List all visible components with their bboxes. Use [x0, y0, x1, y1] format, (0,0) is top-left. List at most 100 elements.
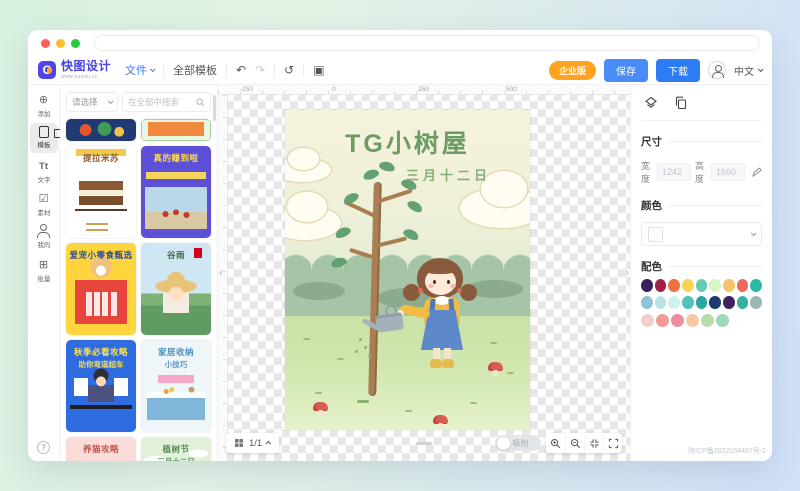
palette-color-dot[interactable] [701, 313, 714, 327]
template-thumbnail[interactable]: 真的赚到啦 [141, 146, 211, 238]
palette-color-dot[interactable] [750, 296, 763, 309]
fullscreen-icon[interactable] [603, 433, 622, 453]
color-swatch [648, 226, 663, 242]
template-artwork [66, 119, 136, 141]
template-thumbnail[interactable]: 秋季必看攻略 助你弯道超车 [66, 340, 136, 432]
palette-color-dot[interactable] [736, 278, 749, 292]
ruler-tick-label: 0 [332, 86, 336, 93]
chevron-down-icon [149, 66, 156, 73]
background-color-select[interactable] [641, 222, 762, 246]
size-section-label: 尺寸 [641, 136, 662, 148]
horizontal-scroll-thumb[interactable] [416, 442, 432, 445]
palette-color-dot[interactable] [716, 313, 729, 327]
palette-color-dot[interactable] [723, 296, 735, 309]
palette-color-dot[interactable] [686, 313, 699, 327]
fit-to-screen-icon[interactable] [584, 433, 603, 453]
page-indicator[interactable]: 1/1 [226, 433, 280, 453]
sidebar-item[interactable]: 批量 [30, 255, 58, 285]
user-avatar[interactable] [708, 61, 726, 79]
close-window-button[interactable] [41, 39, 50, 48]
search-input[interactable] [128, 97, 196, 107]
palette-color-dot[interactable] [671, 313, 684, 327]
template-thumbnail[interactable]: 提拉米苏 [66, 146, 136, 238]
palette-color-dot[interactable] [654, 296, 667, 309]
poster-subtitle[interactable]: 三月十二日 [375, 165, 522, 184]
canvas-area[interactable]: -250 0 250 500 ‹ › TG小树屋 三月十二日 1/1 吸附 [218, 85, 630, 461]
collapse-right-panel-arrow[interactable]: › [625, 267, 629, 279]
template-title: 真的赚到啦 [153, 153, 199, 163]
redo-icon[interactable]: ↷ [255, 64, 265, 76]
zoom-in-icon[interactable] [546, 433, 565, 453]
template-thumbnail[interactable]: 植树节 三月十二日 [141, 437, 211, 461]
template-thumbnail[interactable]: 谷雨 [141, 243, 211, 335]
palette-color-dot[interactable] [709, 278, 722, 292]
template-thumbnail[interactable]: 爱宠小零食甄选 [66, 243, 136, 335]
sidebar-item[interactable]: 模板 [29, 123, 61, 153]
sidebar-item-label: 批量 [37, 275, 50, 283]
template-thumbnail[interactable]: 养猫攻略 [66, 437, 136, 461]
palette-color-dot[interactable] [641, 313, 654, 327]
help-button[interactable]: ? [37, 441, 50, 454]
template-title: 谷雨 [166, 250, 185, 260]
sidebar-item[interactable]: 素材 [30, 189, 58, 219]
category-filter-dropdown[interactable]: 请选择 [66, 92, 118, 112]
copy-icon[interactable] [671, 93, 691, 113]
adjust-icon[interactable]: ▣ [313, 64, 324, 76]
snap-toggle[interactable]: 吸附 [495, 435, 541, 451]
snap-label: 吸附 [512, 438, 529, 448]
palette-color-dot[interactable] [723, 278, 735, 292]
maximize-window-button[interactable] [71, 39, 80, 48]
style-icon[interactable] [641, 93, 661, 113]
sidebar-icon [39, 256, 48, 272]
zoom-out-icon[interactable] [565, 433, 584, 453]
template-thumbnail[interactable] [66, 119, 136, 141]
height-input[interactable] [711, 163, 745, 181]
download-button[interactable]: 下载 [656, 58, 700, 82]
undo-icon[interactable]: ↶ [236, 64, 246, 76]
sidebar-item-label: 文字 [37, 176, 50, 184]
template-subtitle: 助你弯道超车 [78, 360, 124, 369]
palette-color-dot[interactable] [736, 296, 749, 309]
edit-size-icon[interactable] [752, 167, 762, 177]
panel-scrollbar[interactable] [213, 95, 216, 121]
palette-color-dot[interactable] [695, 296, 708, 309]
chevron-down-icon [750, 230, 757, 237]
traffic-lights [41, 39, 80, 48]
palette-color-dot[interactable] [668, 296, 681, 309]
poster-artboard[interactable]: TG小树屋 三月十二日 [285, 110, 530, 430]
palette-color-dot[interactable] [682, 296, 694, 309]
all-templates-menu[interactable]: 全部模板 [173, 62, 217, 78]
width-input[interactable] [657, 163, 691, 181]
template-grid: 提拉米苏 真的赚到啦 爱宠小零食甄选 谷雨 秋季必看攻略 助你弯道超车 家居收纳… [66, 119, 211, 461]
horizontal-ruler: -250 0 250 500 [218, 85, 630, 95]
palette-color-dot[interactable] [654, 278, 667, 292]
enterprise-button[interactable]: 企业版 [548, 60, 596, 80]
palette-color-dot[interactable] [656, 313, 669, 327]
poster-title[interactable]: TG小树屋 [285, 124, 530, 160]
address-bar[interactable] [94, 35, 760, 51]
palette-color-dot[interactable] [750, 278, 763, 292]
palette-color-dot[interactable] [641, 296, 653, 309]
palette-color-dot[interactable] [682, 278, 694, 292]
template-thumbnail[interactable]: 家居收纳 小技巧 [141, 340, 211, 432]
sidebar-item[interactable]: 我的 [30, 222, 58, 252]
template-panel: 请选择 在全部中搜索 提拉米苏 真的赚到啦 爱宠小零食甄选 谷雨 秋季必看攻略 … [60, 85, 218, 461]
sidebar-item[interactable]: 添加 [30, 90, 58, 120]
template-title: 家居收纳 [157, 347, 194, 357]
sidebar-item-label: 我的 [37, 241, 50, 249]
sidebar-icon [37, 224, 50, 238]
app-logo[interactable]: C 快图设计 www.kuaitu.cc [38, 60, 111, 80]
collapse-left-panel-arrow[interactable]: ‹ [219, 267, 223, 279]
minimize-window-button[interactable] [56, 39, 65, 48]
template-thumbnail[interactable] [141, 119, 211, 141]
file-menu[interactable]: 文件 [125, 62, 156, 78]
palette-color-dot[interactable] [695, 278, 708, 292]
language-selector[interactable]: 中文 [734, 63, 764, 78]
save-button[interactable]: 保存 [604, 58, 648, 82]
history-icon[interactable]: ↺ [284, 64, 294, 76]
palette-color-dot[interactable] [641, 278, 653, 292]
logo-icon: C [38, 61, 56, 79]
palette-color-dot[interactable] [668, 278, 681, 292]
sidebar-item[interactable]: 文字 [30, 156, 58, 186]
palette-color-dot[interactable] [709, 296, 722, 309]
